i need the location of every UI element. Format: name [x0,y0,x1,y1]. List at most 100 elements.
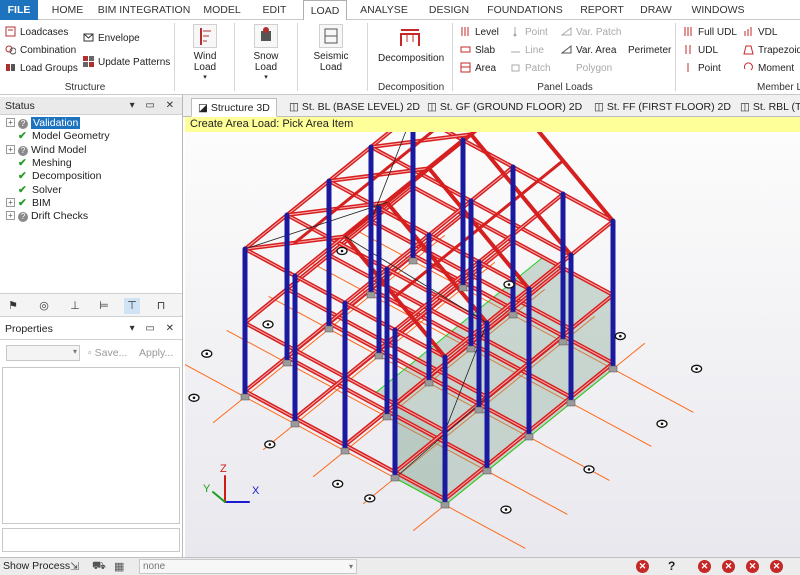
properties-select[interactable]: ▾ [6,345,80,361]
menu-tab-home[interactable]: HOME [45,0,90,20]
tab-base-level[interactable]: ◫ St. BL (BASE LEVEL) 2D [283,98,426,117]
udl-button[interactable]: UDL [683,43,718,58]
tab-first-floor[interactable]: ◫ St. FF (FIRST FLOOR) 2D [588,98,737,117]
properties-description [2,528,180,552]
line-load-button[interactable]: Line [510,43,544,58]
loadcases-icon [5,26,16,37]
menu-tab-bim-integration[interactable]: BIM INTEGRATION [96,0,192,20]
apply-button[interactable]: Apply... [139,347,173,359]
tab-structure-3d[interactable]: ◪ Structure 3D [191,98,277,117]
envelope-button[interactable]: Envelope [83,31,140,46]
snow-load-button[interactable]: Snow Load ▾ [241,24,291,81]
member-point-button[interactable]: Point [683,61,721,76]
decomposition-button[interactable]: Decomposition [378,26,444,64]
error-icon[interactable]: ✕ [636,560,649,573]
wind-load-button[interactable]: Wind Load ▾ [182,24,228,81]
status-item-wind-model[interactable]: +? Wind Model [6,144,86,157]
support-symbol [340,249,344,253]
expand-icon[interactable]: + [6,144,15,154]
flag-icon[interactable]: ⚑ [5,298,21,314]
expand-icon[interactable]: + [6,118,15,127]
question-icon: ? [18,212,28,223]
full-udl-button[interactable]: Full UDL [683,25,737,40]
support-symbol [619,334,622,338]
menu-tab-edit[interactable]: EDIT [252,0,297,20]
expand-icon[interactable]: + [6,211,15,221]
error-icon[interactable]: ✕ [770,560,783,573]
level-load-button[interactable]: Level [460,25,499,40]
polygon-load-button[interactable]: Polygon [561,61,612,76]
panel-pin-close-icons[interactable]: ▾ ▭ ✕ [130,97,178,115]
combination-icon [5,44,17,55]
vdl-button[interactable]: VDL [743,25,777,40]
support-symbol [205,352,209,355]
error-icon[interactable]: ✕ [746,560,759,573]
update-patterns-button[interactable]: Update Patterns [83,55,170,70]
udl-icon [683,44,694,55]
slab-load-button[interactable]: Slab [460,43,495,58]
loadcases-button[interactable]: Loadcases [5,25,68,40]
load-icon[interactable]: ⊥ [67,298,83,314]
menu-tab-report[interactable]: REPORT [573,0,631,20]
car-icon[interactable]: ⛟ [92,560,106,574]
point-icon [510,26,521,37]
menu-tab-analyse[interactable]: ANALYSE [353,0,415,20]
save-button[interactable]: ▫ Save... [88,347,127,359]
wind-icon[interactable]: ⊨ [96,298,112,314]
expand-icon[interactable]: + [6,197,15,207]
status-item-validation[interactable]: +? Validation [6,117,81,130]
error-icon[interactable]: ✕ [698,560,711,573]
chevron-down-icon: ▾ [72,347,77,356]
menu-tab-windows[interactable]: WINDOWS [685,0,751,20]
menu-tab-draw[interactable]: DRAW [637,0,675,20]
load-groups-button[interactable]: Load Groups [5,61,78,76]
area-load-button[interactable]: Area [460,61,496,76]
question-icon: ? [18,145,28,156]
trapezoidal-button[interactable]: Trapezoid [743,43,800,58]
status-item-decomposition[interactable]: ✔ Decomposition [6,170,101,183]
process-icon[interactable]: ⇲ [70,560,79,573]
structure-model[interactable]: X ZY [185,132,800,557]
process-dropdown[interactable]: none ▾ [139,559,357,574]
panel-loads-group-label: Panel Loads [537,82,593,93]
support-symbol [507,283,511,286]
support-symbol [336,482,339,486]
status-item-model-geometry[interactable]: ✔ Model Geometry [6,130,110,143]
frame-icon[interactable]: ⊓ [153,298,169,314]
view-2d-icon: ◫ [594,101,607,113]
seismic-load-button[interactable]: Seismic Load [306,24,356,73]
status-item-bim[interactable]: + ✔ BIM [6,197,51,210]
var-area-load-button[interactable]: Var. Area [560,43,616,58]
combination-button[interactable]: Combination [5,43,76,58]
trapezoidal-icon [743,44,754,55]
menu-tab-load[interactable]: LOAD [303,0,347,21]
perimeter-load-button[interactable]: Perimeter [628,43,671,58]
view-2d-icon: ◫ [427,101,440,113]
tab-ground-floor[interactable]: ◫ St. GF (GROUND FLOOR) 2D [421,98,588,117]
support-icon[interactable]: ⊤ [124,298,140,314]
help-icon[interactable]: ? [668,559,675,573]
var-patch-load-button[interactable]: Var. Patch [560,25,621,40]
view-2d-icon: ◫ [740,101,753,113]
menu-tab-file[interactable]: FILE [0,0,38,20]
check-icon: ✔ [18,196,27,209]
support-symbol [368,497,372,500]
grid-icon[interactable]: ▦ [114,560,124,573]
tab-top[interactable]: ◫ St. RBL (TOP [734,98,800,117]
error-icon[interactable]: ✕ [722,560,735,573]
moment-button[interactable]: Moment [743,61,794,76]
panel-pin-close-icons[interactable]: ▾ ▭ ✕ [130,320,178,338]
globe-icon[interactable]: ◎ [36,298,52,314]
menu-tab-model[interactable]: MODEL [198,0,246,20]
status-item-drift-checks[interactable]: +? Drift Checks [6,210,88,223]
column-base [374,352,384,360]
menu-tab-foundations[interactable]: FOUNDATIONS [483,0,567,20]
point-load-button[interactable]: Point [510,25,548,40]
column-base [324,325,334,333]
status-item-meshing[interactable]: ✔ Meshing [6,157,72,170]
menu-tab-design[interactable]: DESIGN [421,0,477,20]
patch-load-button[interactable]: Patch [510,61,551,76]
structure-3d-viewport[interactable]: X ZY [185,132,800,557]
status-item-solver[interactable]: ✔ Solver [6,184,62,197]
column-base [366,291,376,299]
